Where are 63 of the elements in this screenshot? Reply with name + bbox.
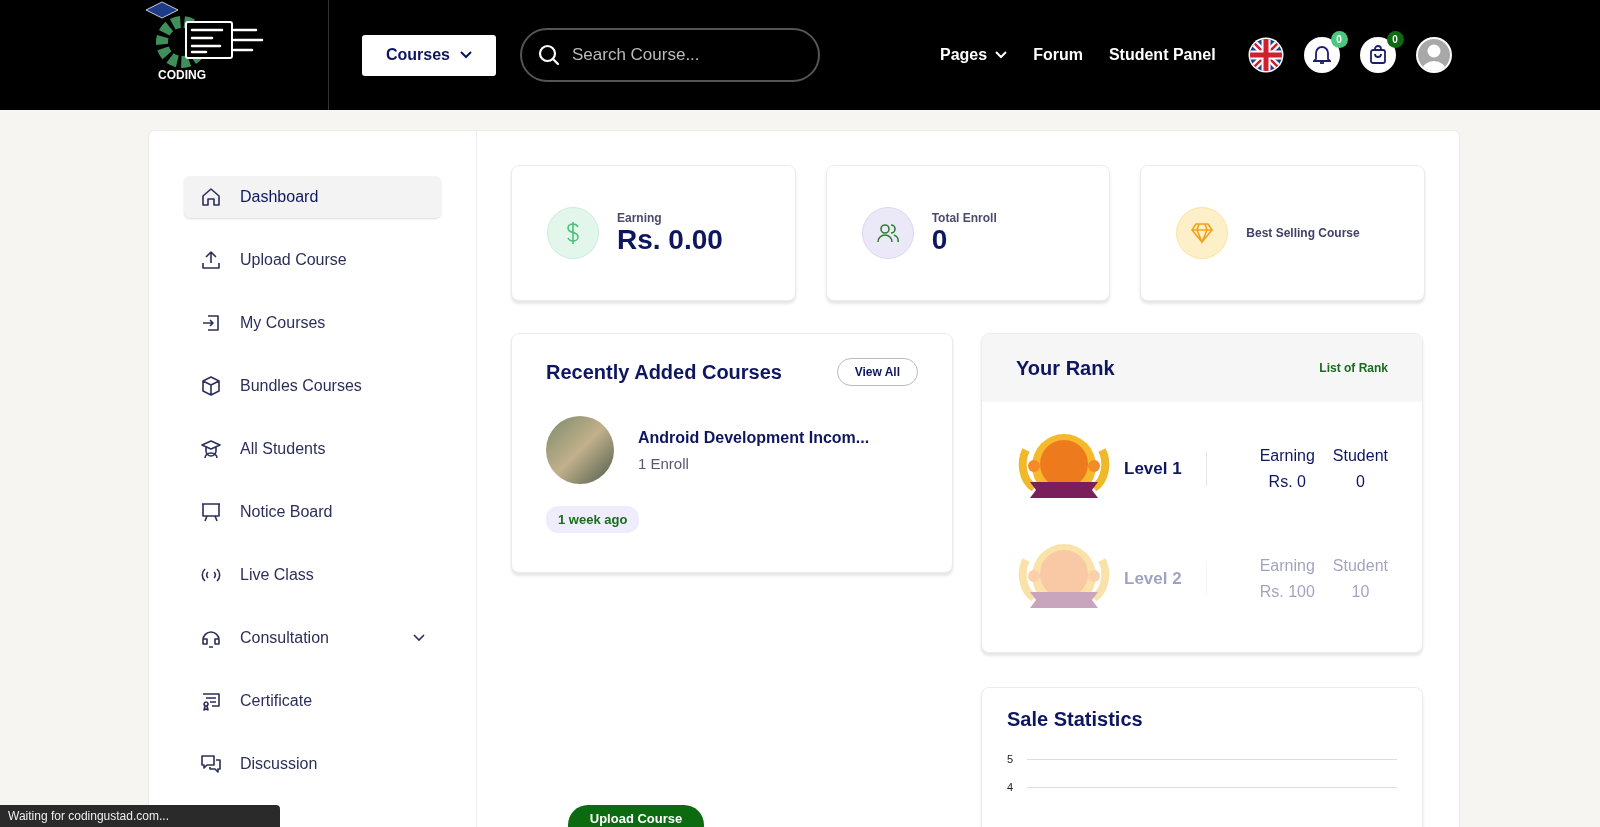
menu-item-icon (200, 438, 222, 460)
stat-icon (1176, 207, 1229, 259)
avatar-icon[interactable] (1415, 37, 1452, 73)
stat-value: Rs. 0 (1267, 473, 1307, 491)
menu-item-icon (200, 249, 222, 271)
course-title-link[interactable]: Android Development Incom... (638, 428, 870, 447)
menu-item-icon (200, 375, 222, 397)
menu-item-icon (200, 690, 222, 712)
stat-label: Student (1332, 447, 1388, 465)
sidebar-item[interactable]: Dashboard (184, 176, 441, 218)
stat-value: 10 (1350, 583, 1371, 601)
stat-value: 0 (1354, 473, 1366, 491)
sidebar-item[interactable]: Notice Board (184, 491, 441, 533)
bell-icon (1312, 45, 1331, 65)
sidebar-item[interactable]: Upload Course (184, 239, 441, 281)
stat-value: 0 (931, 225, 949, 255)
list-of-rank-link[interactable]: List of Rank (1319, 361, 1388, 375)
level-name: Level 2 (1124, 569, 1183, 589)
nav-link[interactable]: Forum (1033, 46, 1083, 64)
nav-link[interactable]: Student Panel (1108, 46, 1216, 64)
view-all-button[interactable]: View All (836, 358, 918, 386)
upload-course-button[interactable]: Upload Course (568, 805, 704, 827)
search-field[interactable]: Search Course... (520, 28, 820, 82)
stat-label: Best Selling Course (1246, 226, 1360, 240)
courses-dropdown-button[interactable]: Courses (362, 34, 496, 76)
sidebar-item[interactable]: Certificate (184, 680, 441, 722)
menu-item-icon (200, 753, 222, 775)
sidebar-item[interactable]: Live Class (184, 554, 441, 596)
stat-value: Rs. 0.00 (617, 225, 723, 255)
shopping-bag-icon (1368, 45, 1387, 65)
menu-item-icon (200, 312, 222, 334)
card-title: Sale Statistics (1007, 708, 1144, 731)
sidebar-item[interactable]: Bundles Courses (184, 365, 441, 407)
notification-count: 0 (1330, 31, 1348, 48)
sidebar-item[interactable]: Discussion (184, 743, 441, 785)
notification-button[interactable] (1303, 37, 1340, 73)
axis-label: 4 (1007, 781, 1014, 793)
search-icon (538, 44, 560, 66)
card-title: Your Rank (1016, 356, 1115, 380)
axis-label: 5 (1007, 753, 1014, 765)
stat-icon (547, 207, 599, 259)
status-bar: Waiting for codingustad.com... (0, 805, 280, 827)
menu-item-icon (200, 186, 222, 208)
stat-label: Earning (617, 211, 663, 226)
level-name: Level 1 (1124, 459, 1183, 479)
stat-label: Earning (1259, 447, 1315, 465)
nav-link[interactable]: Pages (940, 46, 1008, 64)
menu-item-icon (200, 501, 222, 523)
sidebar-item[interactable]: All Students (184, 428, 441, 470)
logo-text: CODING (158, 68, 206, 82)
stat-label: Earning (1259, 557, 1315, 575)
card-title: Recently Added Courses (546, 360, 782, 384)
stat-label: Total Enroll (931, 211, 997, 226)
enroll-count: 1 Enroll (638, 454, 690, 472)
chevron-down-icon (460, 51, 472, 59)
flag-icon[interactable] (1247, 37, 1284, 73)
stat-value: Rs. 100 (1259, 583, 1315, 601)
cart-count: 0 (1386, 31, 1404, 48)
sidebar-item[interactable]: My Courses (184, 302, 441, 344)
time-tag: 1 week ago (546, 506, 640, 533)
stat-label: Student (1332, 557, 1388, 575)
sidebar-item[interactable]: Consultation (184, 617, 441, 659)
cart-button[interactable] (1359, 37, 1396, 73)
